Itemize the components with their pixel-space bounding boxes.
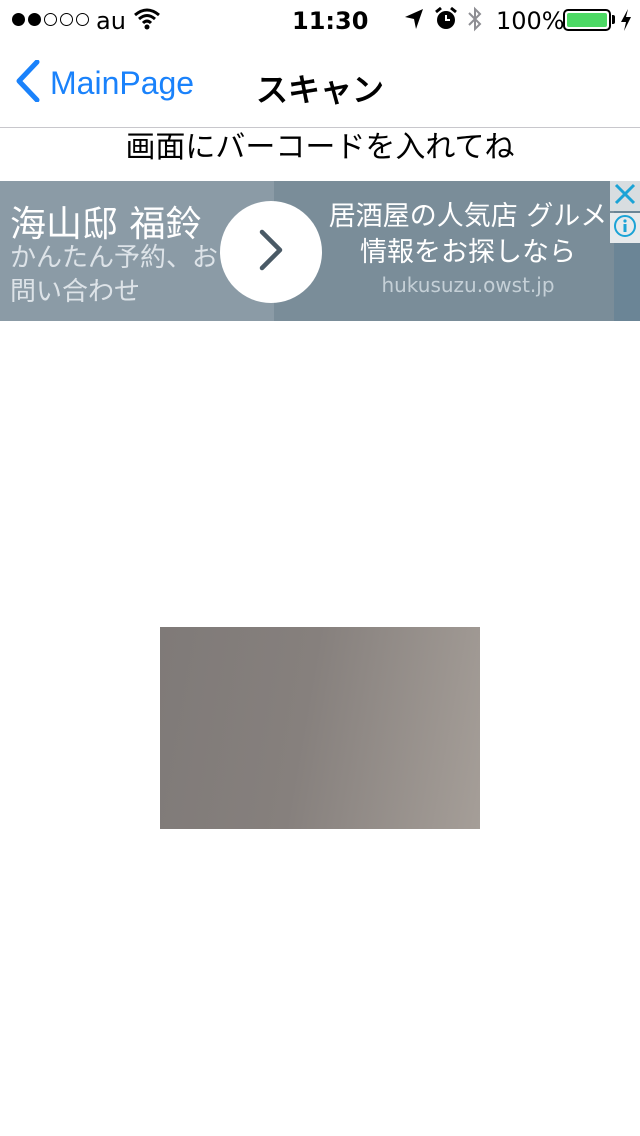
battery-tip xyxy=(612,15,615,24)
info-icon xyxy=(613,214,637,242)
status-time: 11:30 xyxy=(292,7,369,35)
wifi-icon xyxy=(134,8,160,36)
battery-percent: 100% xyxy=(496,7,565,35)
ad-subtext: かんたん予約、お問い合わせ xyxy=(10,243,219,307)
navigation-bar: MainPage スキャン xyxy=(0,40,640,128)
scan-screen: au 11:30 100% MainPage スキャン 画面にバーコードを入れて… xyxy=(0,0,640,1136)
ad-description: 居酒屋の人気店 グルメ情報をお探しなら xyxy=(328,201,608,268)
alarm-clock-icon xyxy=(434,6,458,38)
ad-headline: 海山邸 福鈴 xyxy=(10,204,202,245)
scan-instruction: 画面にバーコードを入れてね xyxy=(125,130,515,165)
ad-close-button[interactable] xyxy=(610,181,640,211)
ad-open-button[interactable] xyxy=(220,201,322,303)
charging-bolt-icon xyxy=(619,8,633,38)
camera-preview xyxy=(160,627,480,829)
signal-strength-icon xyxy=(12,13,89,26)
battery-icon xyxy=(563,9,611,31)
status-bar: au 11:30 100% xyxy=(0,0,640,40)
chevron-right-icon xyxy=(256,228,286,276)
location-arrow-icon xyxy=(404,8,424,36)
close-icon xyxy=(614,183,636,209)
ad-url: hukusuzu.owst.jp xyxy=(381,273,555,297)
bluetooth-icon xyxy=(466,5,484,39)
page-title: スキャン xyxy=(255,71,384,109)
carrier-name: au xyxy=(96,7,126,35)
ad-banner[interactable]: 海山邸 福鈴 かんたん予約、お問い合わせ 居酒屋の人気店 グルメ情報をお探しなら… xyxy=(0,181,640,321)
ad-info-button[interactable] xyxy=(610,213,640,243)
